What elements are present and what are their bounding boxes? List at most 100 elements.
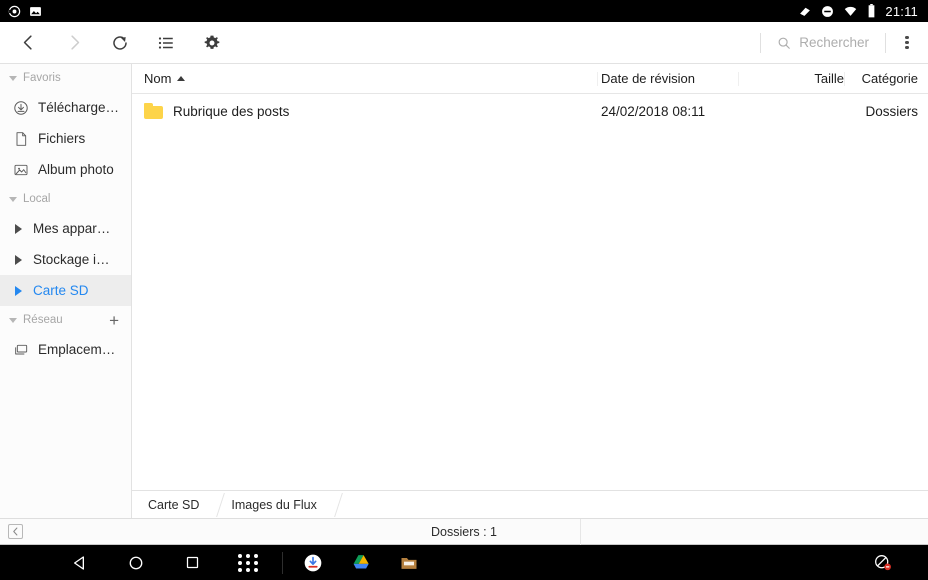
caret-down-icon [9,196,17,202]
notifications-blocked-button[interactable] [858,545,906,580]
expand-triangle-icon[interactable] [15,223,22,234]
caret-down-icon [9,317,17,323]
sidebar-item-label: Fichiers [38,131,86,146]
status-bar-left-icons [0,5,42,18]
app-downloads-button[interactable] [289,545,337,580]
android-status-bar: 21:11 [0,0,928,22]
sidebar-group-local-header[interactable]: Local [0,185,131,213]
column-label: Nom [144,71,172,86]
cast-icon [798,5,812,18]
cell-nom: Rubrique des posts [132,103,597,119]
back-triangle-icon [74,555,84,570]
file-name: Rubrique des posts [173,103,290,119]
content-area: Favoris Télécharge… Fichiers Album photo… [0,64,928,518]
column-label: Taille [814,71,844,86]
sidebar-group-reseau-header[interactable]: Réseau + [0,306,131,334]
nav-home-button[interactable] [108,545,164,580]
app-drawer-icon [237,553,259,572]
item-count-label: Dossiers : 1 [431,524,497,539]
column-headers: Nom Date de révision Taille Catégorie [132,64,928,94]
sidebar-item-label: Mes appar… [33,221,111,236]
android-navigation-bar [0,545,928,580]
table-row[interactable]: Rubrique des posts 24/02/2018 08:11 Doss… [132,94,928,128]
sidebar-item-stockage-interne[interactable]: Stockage i… [0,244,131,275]
sort-ascending-icon [177,76,186,81]
folder-icon [144,103,163,119]
caret-down-icon [9,75,17,81]
status-line: Dossiers : 1 [0,518,928,546]
navbar-right-group [858,545,928,580]
search-icon [778,37,791,49]
column-header-taille[interactable]: Taille [782,64,844,94]
collapse-sidebar-button[interactable] [8,524,23,539]
kebab-dots-icon [905,34,909,51]
cell-date: 24/02/2018 08:11 [601,103,706,119]
search-placeholder-text: Rechercher [799,35,869,50]
column-header-categorie[interactable]: Catégorie [844,64,926,94]
status-bar-right-icons: 21:11 [798,4,928,19]
file-manager-icon [401,557,417,569]
status-line-separator [580,519,581,546]
tab-strip: Carte SD Images du Flux [132,490,928,518]
expand-triangle-icon[interactable] [15,285,22,296]
network-icon [15,344,28,354]
list-view-button[interactable] [143,22,189,64]
refresh-icon [113,35,127,50]
nav-app-drawer-button[interactable] [220,545,276,580]
sidebar-item-label: Emplacem… [38,342,116,357]
column-separator[interactable] [738,72,739,86]
tab-label: Images du Flux [231,497,317,512]
no-notifications-icon [874,555,891,571]
sidebar: Favoris Télécharge… Fichiers Album photo… [0,64,132,518]
download-circle-icon [14,100,28,115]
photo-icon [29,5,42,18]
column-separator[interactable] [844,72,845,86]
expand-triangle-icon[interactable] [15,254,22,265]
tab-carte-sd[interactable]: Carte SD [132,491,215,518]
app-file-manager-button[interactable] [385,545,433,580]
sidebar-group-favoris-header[interactable]: Favoris [0,64,131,92]
column-header-date[interactable]: Date de révision [597,64,782,94]
refresh-button[interactable] [97,22,143,64]
chevron-left-icon [23,35,32,50]
search-input[interactable]: Rechercher [761,22,885,64]
chevron-right-icon [70,35,79,50]
column-header-nom[interactable]: Nom [132,64,597,94]
camera-icon [8,5,21,18]
sidebar-item-emplacement-reseau[interactable]: Emplacem… [0,334,131,365]
nav-back-button[interactable] [52,545,108,580]
column-label: Date de révision [601,71,695,86]
sidebar-item-label: Carte SD [33,283,89,298]
cell-categorie: Dossiers [865,103,918,119]
sidebar-item-fichiers[interactable]: Fichiers [0,123,131,154]
sidebar-item-label: Stockage i… [33,252,110,267]
file-rows: Rubrique des posts 24/02/2018 08:11 Doss… [132,94,928,490]
sidebar-item-album-photo[interactable]: Album photo [0,154,131,185]
downloads-app-icon [304,554,322,571]
navbar-divider [282,551,283,574]
recents-square-icon [186,556,198,569]
overflow-menu-button[interactable] [886,22,928,64]
file-manager-window: 21:11 Rechercher Favoris Télécharge… Fic… [0,0,928,580]
status-bar-clock: 21:11 [885,3,918,19]
back-button[interactable] [5,22,51,64]
app-toolbar: Rechercher [0,22,928,64]
file-list-pane: Nom Date de révision Taille Catégorie Ru… [132,64,928,518]
do-not-disturb-icon [821,5,834,18]
forward-button[interactable] [51,22,97,64]
sidebar-group-title: Local [23,193,51,205]
settings-button[interactable] [189,22,235,64]
sidebar-item-telechargements[interactable]: Télécharge… [0,92,131,123]
image-icon [14,164,28,175]
sidebar-item-carte-sd[interactable]: Carte SD [0,275,131,306]
nav-recents-button[interactable] [164,545,220,580]
add-network-location-button[interactable]: + [109,312,119,329]
tab-images-du-flux[interactable]: Images du Flux [215,491,332,518]
column-separator[interactable] [597,72,598,86]
toolbar-right-group: Rechercher [760,22,928,64]
google-drive-icon [353,554,369,568]
battery-icon [867,4,876,18]
document-icon [16,131,27,146]
sidebar-item-mes-appareils[interactable]: Mes appar… [0,213,131,244]
app-google-drive-button[interactable] [337,545,385,580]
